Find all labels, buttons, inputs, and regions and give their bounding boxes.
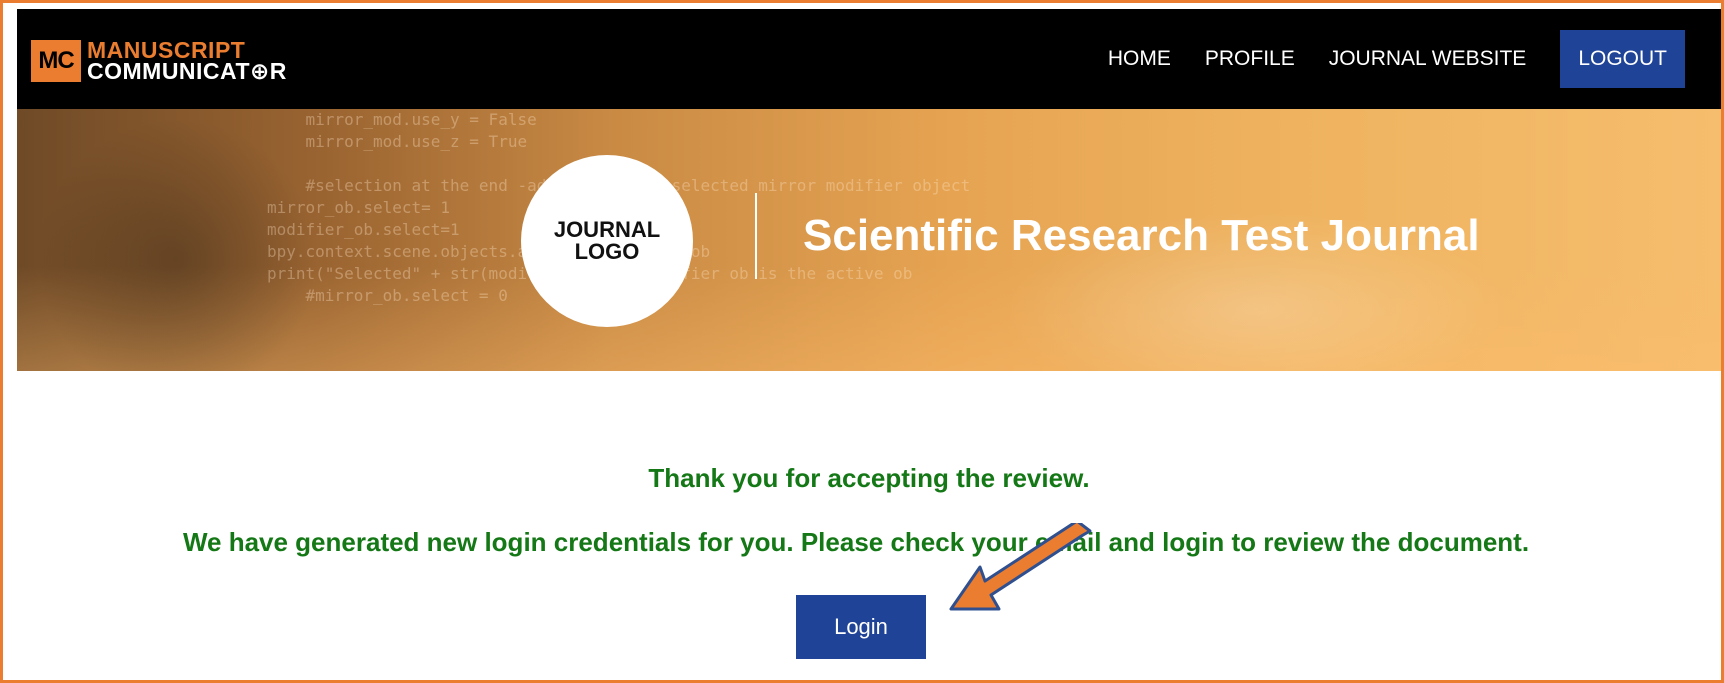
nav-journal-website-link[interactable]: JOURNAL WEBSITE: [1329, 47, 1527, 71]
main-content: Thank you for accepting the review. We h…: [17, 371, 1721, 680]
brand-logo-text: MANUSCRIPT COMMUNICAT⊕R: [87, 39, 287, 84]
brand-logo-line2: COMMUNICAT⊕R: [87, 58, 287, 84]
banner-divider: [755, 193, 757, 279]
credentials-message: We have generated new login credentials …: [182, 527, 1530, 557]
top-navbar: MC MANUSCRIPT COMMUNICAT⊕R HOME PROFILE …: [17, 9, 1721, 109]
journal-banner: mirror_mod.use_y = False mirror_mod.use_…: [17, 109, 1721, 371]
journal-logo-line2: LOGO: [574, 239, 640, 264]
nav-home-link[interactable]: HOME: [1108, 47, 1171, 71]
logout-button[interactable]: LOGOUT: [1560, 30, 1685, 88]
thank-you-message: Thank you for accepting the review.: [648, 463, 1090, 493]
journal-logo-line1: JOURNAL: [553, 217, 661, 242]
nav-profile-link[interactable]: PROFILE: [1205, 47, 1295, 71]
login-button[interactable]: Login: [796, 595, 926, 659]
journal-title: Scientific Research Test Journal: [803, 211, 1480, 260]
pointer-arrow-icon: [949, 523, 1092, 611]
brand-logo[interactable]: MC MANUSCRIPT COMMUNICAT⊕R: [31, 39, 287, 83]
brand-logo-mark: MC: [31, 40, 81, 82]
main-nav: HOME PROFILE JOURNAL WEBSITE LOGOUT: [1108, 9, 1721, 109]
journal-logo: JOURNAL LOGO: [521, 155, 693, 327]
page-frame: MC MANUSCRIPT COMMUNICAT⊕R HOME PROFILE …: [0, 0, 1724, 683]
